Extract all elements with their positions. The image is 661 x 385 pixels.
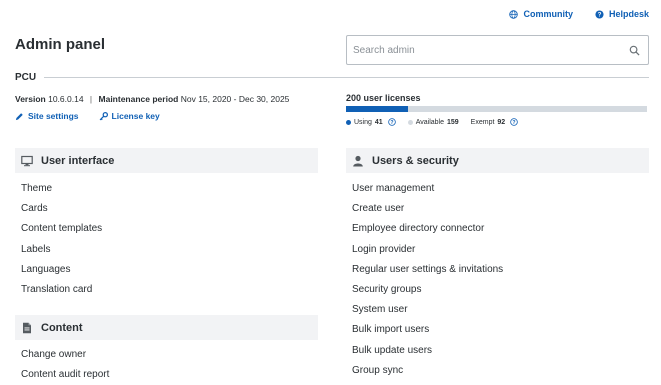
license-legend: Using 41 ? Available 159 Exempt 92 ?	[346, 118, 518, 126]
help-icon[interactable]: ?	[510, 118, 518, 126]
section-title: Users & security	[372, 154, 459, 167]
link-employee-directory-connector[interactable]: Employee directory connector	[352, 219, 503, 239]
link-cards[interactable]: Cards	[21, 199, 102, 219]
separator: |	[89, 94, 93, 104]
available-dot	[407, 119, 413, 125]
using-label: Using	[354, 118, 372, 126]
link-bulk-import-users[interactable]: Bulk import users	[352, 320, 503, 340]
license-title: 200 user licenses	[346, 93, 421, 103]
search-input[interactable]	[353, 44, 629, 56]
license-key-link[interactable]: License key	[99, 111, 160, 121]
version-info: Version 10.6.0.14 | Maintenance period N…	[15, 94, 289, 104]
legend-available: Available 159	[407, 118, 459, 126]
user-icon	[353, 155, 363, 166]
help-icon[interactable]: ?	[387, 118, 396, 126]
link-content-audit-report[interactable]: Content audit report	[21, 365, 109, 385]
link-change-owner[interactable]: Change owner	[21, 345, 109, 365]
link-user-management[interactable]: User management	[352, 179, 503, 199]
users-security-links: User management Create user Employee dir…	[352, 179, 503, 381]
version-label: Version	[15, 94, 46, 104]
using-value: 41	[374, 118, 383, 126]
version-value: 10.6.0.14	[48, 94, 84, 104]
link-theme[interactable]: Theme	[21, 179, 102, 199]
link-create-user[interactable]: Create user	[352, 199, 503, 219]
section-users-security: Users & security	[346, 148, 649, 173]
link-login-provider[interactable]: Login provider	[352, 240, 503, 260]
svg-text:?: ?	[513, 120, 516, 126]
link-translation-card[interactable]: Translation card	[21, 280, 102, 300]
link-security-groups[interactable]: Security groups	[352, 280, 503, 300]
exempt-label: Exempt	[470, 118, 495, 126]
search-box[interactable]	[346, 35, 649, 65]
section-title: User interface	[41, 154, 115, 167]
license-progress-bar	[346, 106, 647, 112]
svg-text:?: ?	[390, 120, 393, 126]
legend-exempt: Exempt 92 ?	[471, 118, 519, 126]
link-system-user[interactable]: System user	[352, 300, 503, 320]
monitor-icon	[21, 155, 33, 166]
license-key-label: License key	[111, 111, 160, 121]
maintenance-label: Maintenance period	[98, 94, 179, 104]
divider	[44, 77, 649, 78]
search-icon[interactable]	[629, 45, 640, 56]
help-circle-icon: ?	[595, 9, 604, 18]
top-links: Community ? Helpdesk	[509, 9, 649, 19]
maintenance-value: Nov 15, 2020 - Dec 30, 2025	[180, 94, 290, 104]
site-settings-label: Site settings	[28, 111, 79, 121]
svg-text:?: ?	[598, 11, 602, 18]
user-interface-links: Theme Cards Content templates Labels Lan…	[21, 179, 102, 300]
pencil-icon	[15, 112, 23, 120]
globe-icon	[509, 9, 519, 19]
community-label: Community	[523, 9, 573, 19]
pcu-label: PCU	[15, 72, 37, 83]
section-user-interface: User interface	[15, 148, 318, 173]
link-regular-user-settings[interactable]: Regular user settings & invitations	[352, 260, 503, 280]
pcu-header: PCU	[15, 72, 649, 83]
link-group-sync[interactable]: Group sync	[352, 361, 503, 381]
available-value: 159	[446, 118, 459, 126]
site-settings-link[interactable]: Site settings	[15, 111, 79, 121]
section-title: Content	[41, 321, 83, 334]
document-icon	[23, 322, 31, 333]
link-bulk-update-users[interactable]: Bulk update users	[352, 341, 503, 361]
key-icon	[99, 111, 108, 120]
legend-using: Using 41 ?	[346, 118, 396, 126]
link-labels[interactable]: Labels	[21, 240, 102, 260]
available-label: Available	[415, 118, 444, 126]
using-dot	[346, 119, 351, 125]
section-content: Content	[15, 315, 318, 340]
community-link[interactable]: Community	[509, 9, 573, 19]
exempt-value: 92	[497, 118, 506, 126]
link-languages[interactable]: Languages	[21, 260, 102, 280]
content-links: Change owner Content audit report	[21, 345, 109, 385]
license-progress-fill	[346, 106, 408, 112]
settings-links: Site settings License key	[15, 111, 160, 121]
helpdesk-label: Helpdesk	[608, 9, 649, 19]
link-content-templates[interactable]: Content templates	[21, 219, 102, 239]
page-title: Admin panel	[15, 36, 106, 53]
helpdesk-link[interactable]: ? Helpdesk	[595, 9, 649, 19]
